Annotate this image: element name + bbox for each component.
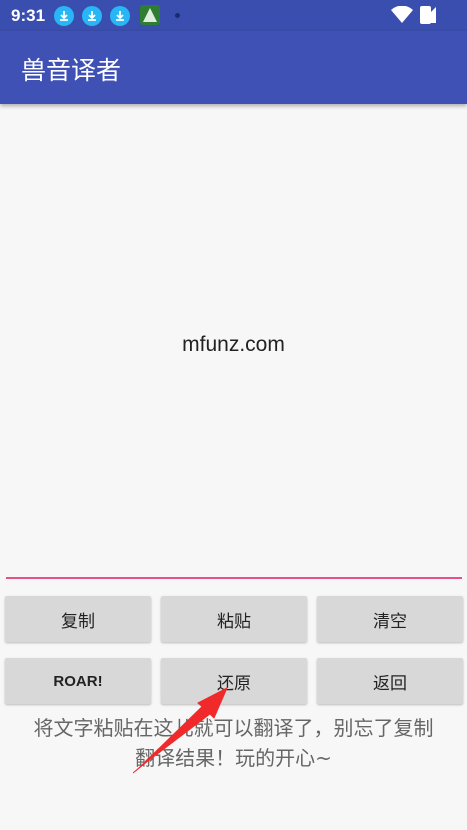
instruction-hint: 将文字粘贴在这儿就可以翻译了，别忘了复制 翻译结果！玩的开心~ <box>0 713 467 773</box>
paste-button[interactable]: 粘贴 <box>161 596 307 642</box>
back-button[interactable]: 返回 <box>317 658 463 704</box>
clear-button[interactable]: 清空 <box>317 596 463 642</box>
status-time: 9:31 <box>11 6 46 25</box>
app-toolbar: 兽音译者 <box>0 31 467 104</box>
hint-line-1: 将文字粘贴在这儿就可以翻译了，别忘了复制 <box>33 716 434 740</box>
restore-button[interactable]: 还原 <box>161 658 307 704</box>
notification-dot-icon <box>175 13 180 18</box>
download-icon <box>82 6 102 26</box>
app-title: 兽音译者 <box>21 56 122 85</box>
annotation-arrow-icon <box>132 686 229 774</box>
roar-button[interactable]: ROAR! <box>5 658 151 704</box>
wifi-icon <box>391 6 413 23</box>
hint-line-2: 翻译结果！玩的开心~ <box>135 746 332 770</box>
translation-output: mfunz.com <box>182 333 285 356</box>
battery-icon <box>420 6 431 24</box>
status-bar: 9:31 <box>0 0 467 31</box>
app-notification-icon <box>140 5 160 25</box>
copy-button[interactable]: 复制 <box>5 596 151 642</box>
download-icon <box>54 6 74 26</box>
text-input-underline[interactable] <box>6 577 462 579</box>
download-icon <box>110 6 130 26</box>
